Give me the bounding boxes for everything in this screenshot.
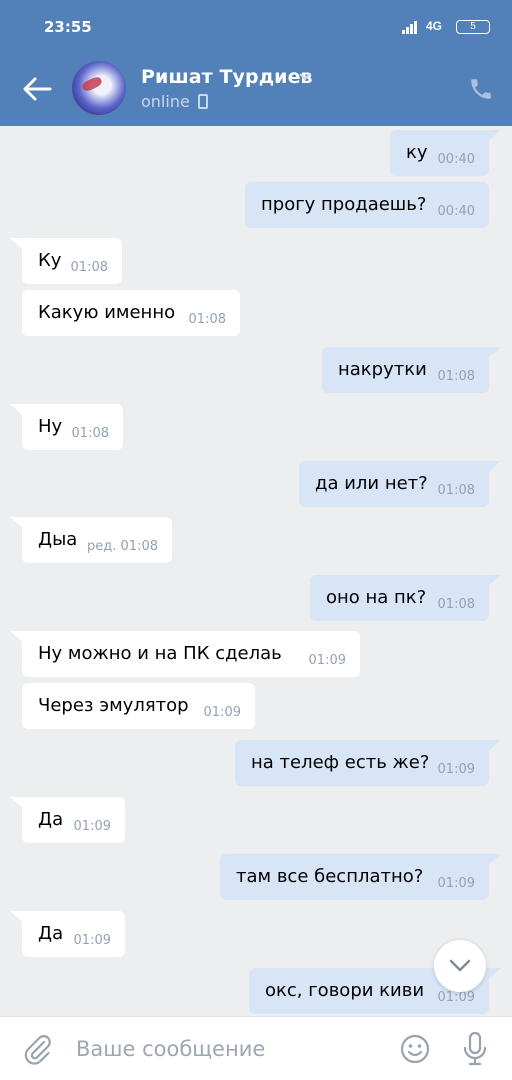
message-composer: Ваше сообщение: [0, 1016, 512, 1080]
message-time: ред. 01:08: [87, 539, 158, 554]
message-text: Да: [38, 923, 64, 944]
message-text: окс, говори киви: [265, 980, 425, 1001]
message-text: прогу продаешь?: [261, 194, 427, 215]
contact-status: online: [141, 92, 190, 111]
message-text: Ну: [38, 416, 63, 437]
message-text: Ну можно и на ПК сделаь: [38, 643, 282, 664]
message-bubble-outgoing[interactable]: там все бесплатно? 01:09: [220, 854, 501, 900]
message-input[interactable]: Ваше сообщение: [76, 1037, 265, 1061]
scroll-down-button[interactable]: [434, 940, 486, 992]
message-time: 00:40: [437, 204, 475, 219]
message-bubble-incoming[interactable]: Да 01:09: [10, 911, 125, 957]
message-bubble-incoming[interactable]: Ну можно и на ПК сделаь 01:09: [10, 631, 360, 677]
chevron-down-icon[interactable]: [298, 72, 312, 82]
mobile-device-icon: [198, 94, 208, 109]
paperclip-icon[interactable]: [22, 1033, 52, 1065]
message-text: ку: [406, 142, 428, 163]
message-text: да или нет?: [315, 473, 428, 494]
message-text: Дыа: [38, 529, 78, 550]
message-time: 01:08: [70, 260, 108, 275]
chevron-down-icon: [449, 959, 471, 972]
status-time: 23:55: [44, 18, 92, 36]
network-type: 4G: [426, 19, 443, 33]
status-bar: 23:55 4G 5: [0, 0, 512, 52]
arrow-left-icon[interactable]: [22, 76, 52, 102]
message-bubble-incoming[interactable]: Ку 01:08: [10, 238, 122, 284]
message-bubble-incoming[interactable]: Ну 01:08: [10, 404, 123, 450]
message-text: Ку: [38, 250, 62, 271]
message-list[interactable]: ку 00:40 прогу продаешь? 00:40 Ку 01:08 …: [0, 126, 512, 1016]
message-bubble-outgoing[interactable]: оно на пк? 01:08: [310, 575, 501, 621]
message-text: оно на пк?: [326, 587, 427, 608]
message-time: 01:08: [437, 369, 475, 384]
message-time: 01:08: [71, 426, 109, 441]
message-time: 01:09: [437, 990, 475, 1005]
avatar[interactable]: [72, 61, 126, 115]
message-bubble-incoming[interactable]: Дыа ред. 01:08: [10, 517, 172, 563]
message-time: 01:09: [437, 876, 475, 891]
message-bubble-outgoing[interactable]: ку 00:40: [390, 130, 501, 176]
message-text: Через эмулятор: [38, 695, 189, 716]
message-time: 01:09: [203, 705, 241, 720]
phone-icon[interactable]: [468, 76, 494, 102]
message-time: 01:08: [437, 483, 475, 498]
message-time: 01:09: [73, 819, 111, 834]
message-text: Какую именно: [38, 302, 176, 323]
microphone-icon[interactable]: [462, 1031, 488, 1067]
message-bubble-incoming[interactable]: Какую именно 01:08: [22, 290, 240, 336]
smile-icon[interactable]: [400, 1034, 430, 1064]
battery-indicator: 5: [456, 20, 490, 34]
message-text: там все бесплатно?: [236, 866, 424, 887]
message-bubble-outgoing[interactable]: на телеф есть же? 01:09: [235, 740, 501, 786]
signal-icon: [402, 21, 417, 34]
message-bubble-outgoing[interactable]: прогу продаешь? 00:40: [245, 182, 489, 228]
contact-name[interactable]: Ришат Турдиев: [141, 66, 313, 88]
message-text: на телеф есть же?: [251, 752, 430, 773]
message-time: 01:08: [437, 597, 475, 612]
message-time: 00:40: [437, 152, 475, 167]
chat-header: Ришат Турдиев online: [0, 52, 512, 126]
message-text: Да: [38, 809, 64, 830]
message-time: 01:09: [308, 653, 346, 668]
message-bubble-incoming[interactable]: Через эмулятор 01:09: [22, 683, 255, 729]
message-time: 01:09: [73, 933, 111, 948]
message-time: 01:09: [437, 762, 475, 777]
message-bubble-outgoing[interactable]: да или нет? 01:08: [299, 461, 501, 507]
message-text: накрутки: [338, 359, 427, 380]
message-bubble-outgoing[interactable]: накрутки 01:08: [322, 347, 501, 393]
message-bubble-incoming[interactable]: Да 01:09: [10, 797, 125, 843]
message-time: 01:08: [188, 312, 226, 327]
